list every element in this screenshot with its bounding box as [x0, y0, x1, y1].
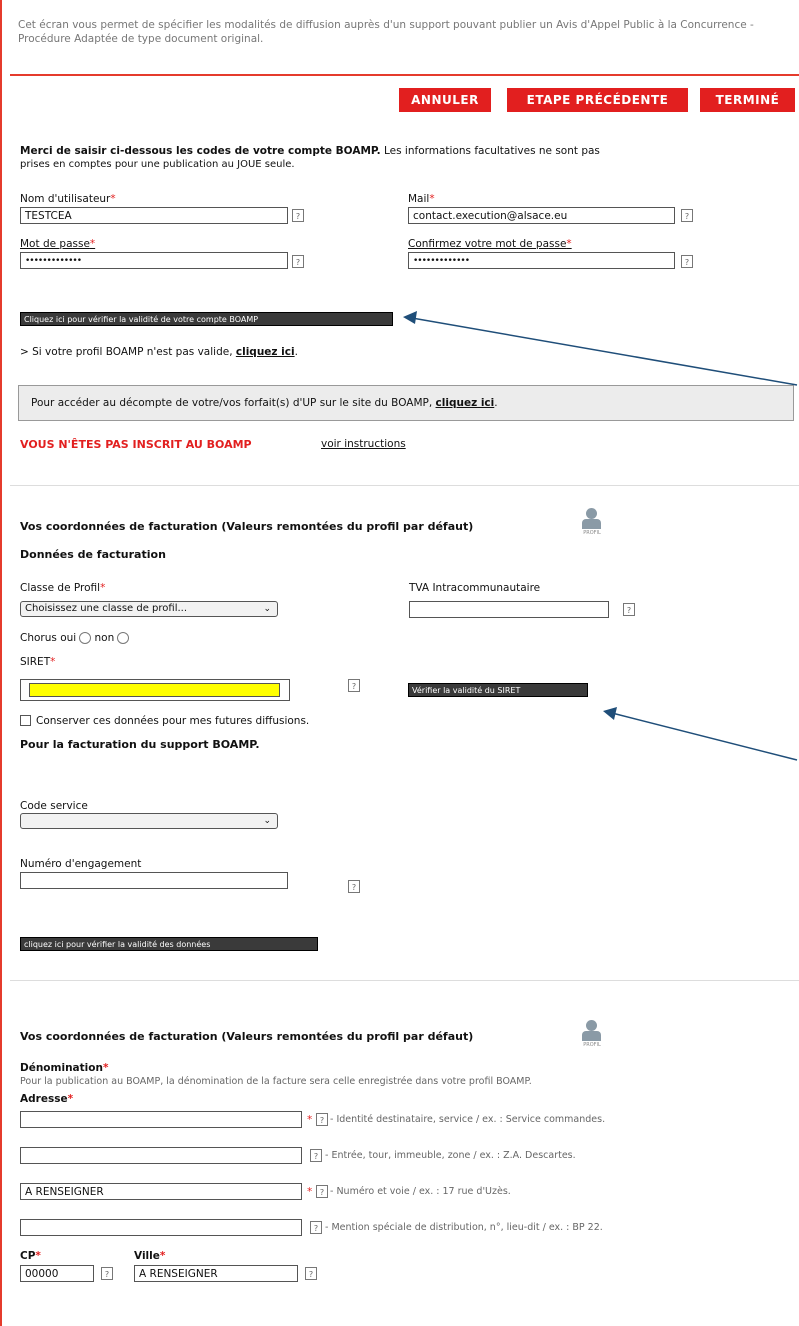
arrow-head: [403, 311, 417, 324]
arrow-line: [611, 712, 798, 761]
arrow-line: [411, 317, 798, 386]
arrow-head: [603, 707, 617, 720]
annotation-arrows: [403, 311, 798, 761]
